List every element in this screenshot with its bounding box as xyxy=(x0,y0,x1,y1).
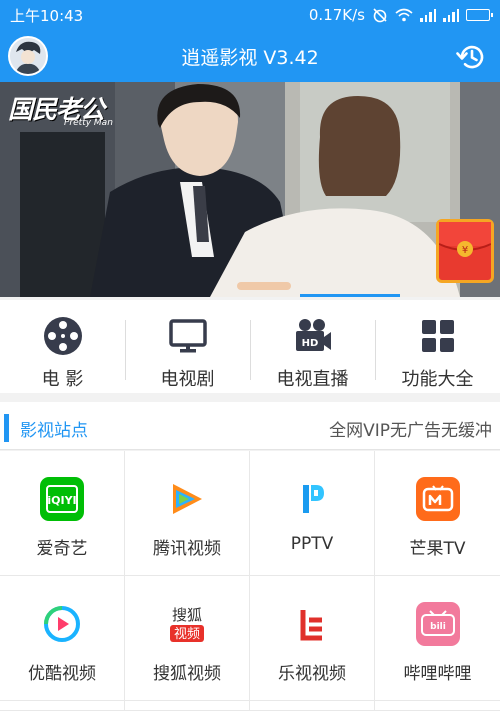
mango-tv-icon xyxy=(415,477,460,521)
menu-label: 电视剧 xyxy=(160,369,215,390)
app-bar: 逍遥影视 V3.42 xyxy=(0,30,500,82)
iqiyi-icon: iQIYI xyxy=(40,477,84,521)
site-mango-tv[interactable]: 芒果TV xyxy=(375,451,500,576)
menu-label: 功能大全 xyxy=(401,369,474,390)
svg-text:搜狐: 搜狐 xyxy=(172,606,202,624)
section-header: 影视站点 全网VIP无广告无缓冲 xyxy=(0,402,500,450)
site-tencent-video[interactable]: 腾讯视频 xyxy=(125,451,250,576)
network-speed: 0.17K/s xyxy=(308,6,365,24)
menu-label: 电视直播 xyxy=(276,369,349,390)
app-title: 逍遥影视 V3.42 xyxy=(181,47,319,69)
site-iqiyi[interactable]: iQIYI 爱奇艺 xyxy=(0,451,125,576)
menu-item-movie[interactable]: 电 影 xyxy=(0,300,125,393)
letv-icon xyxy=(290,602,334,646)
battery-icon xyxy=(466,9,493,21)
grid-row-partial xyxy=(250,701,375,711)
banner-show-title: 国民老公 Pretty Man xyxy=(8,95,113,128)
svg-text:bili: bili xyxy=(430,622,446,632)
site-label: 乐视视频 xyxy=(278,664,346,684)
grid-row-partial xyxy=(0,701,125,711)
grid-icon xyxy=(421,320,454,352)
section-title: 影视站点 xyxy=(20,421,88,441)
site-youku[interactable]: 优酷视频 xyxy=(0,576,125,701)
red-packet-icon[interactable]: ¥ xyxy=(436,219,494,283)
site-grid: iQIYI 爱奇艺 腾讯视频 PPTV 芒果TV 优酷视频 搜狐 视频 搜狐视频… xyxy=(0,451,500,711)
menu-item-tv-series[interactable]: 电视剧 xyxy=(125,300,250,393)
tv-icon xyxy=(168,319,207,353)
site-label: 腾讯视频 xyxy=(153,539,221,559)
site-letv[interactable]: 乐视视频 xyxy=(250,576,375,701)
pptv-icon xyxy=(290,477,334,521)
bilibili-icon: bili xyxy=(415,602,460,646)
site-pptv[interactable]: PPTV xyxy=(250,451,375,576)
grid-row-partial xyxy=(375,701,500,711)
wifi-icon xyxy=(395,8,413,22)
svg-text:iQIYI: iQIYI xyxy=(47,494,76,507)
carousel-indicator xyxy=(300,294,400,297)
svg-text:HD: HD xyxy=(301,338,318,349)
youku-icon xyxy=(40,602,84,646)
section-subtitle: 全网VIP无广告无缓冲 xyxy=(329,421,492,441)
menu-item-live-tv[interactable]: HD 电视直播 xyxy=(250,300,375,393)
alarm-off-icon xyxy=(373,8,387,23)
site-label: 爱奇艺 xyxy=(36,539,88,559)
site-label: 哔哩哔哩 xyxy=(403,664,472,684)
main-menu: 电 影 电视剧 HD 电视直播 功能大全 xyxy=(0,300,500,393)
site-label: 优酷视频 xyxy=(28,664,96,684)
site-label: PPTV xyxy=(290,534,334,554)
signal-icon xyxy=(420,8,436,22)
site-sohu-video[interactable]: 搜狐 视频 搜狐视频 xyxy=(125,576,250,701)
history-icon[interactable] xyxy=(454,40,488,74)
site-label: 芒果TV xyxy=(409,539,466,559)
grid-row-partial xyxy=(125,701,250,711)
svg-text:视频: 视频 xyxy=(174,627,200,642)
sohu-video-icon: 搜狐 视频 xyxy=(165,602,209,646)
status-icons: 0.17K/s xyxy=(308,6,493,24)
signal-icon-2 xyxy=(443,8,459,22)
svg-text:¥: ¥ xyxy=(462,245,468,256)
banner-carousel[interactable]: 国民老公 Pretty Man ¥ xyxy=(0,82,500,297)
tencent-video-icon xyxy=(165,477,209,521)
status-bar: 上午10:43 0.17K/s xyxy=(0,0,500,30)
site-bilibili[interactable]: bili 哔哩哔哩 xyxy=(375,576,500,701)
film-reel-icon xyxy=(43,317,82,355)
menu-item-all-features[interactable]: 功能大全 xyxy=(375,300,500,393)
hd-camera-icon: HD xyxy=(295,319,331,351)
section-accent-bar xyxy=(4,414,9,442)
status-time: 上午10:43 xyxy=(10,6,84,25)
menu-label: 电 影 xyxy=(41,369,84,390)
site-label: 搜狐视频 xyxy=(153,664,221,684)
